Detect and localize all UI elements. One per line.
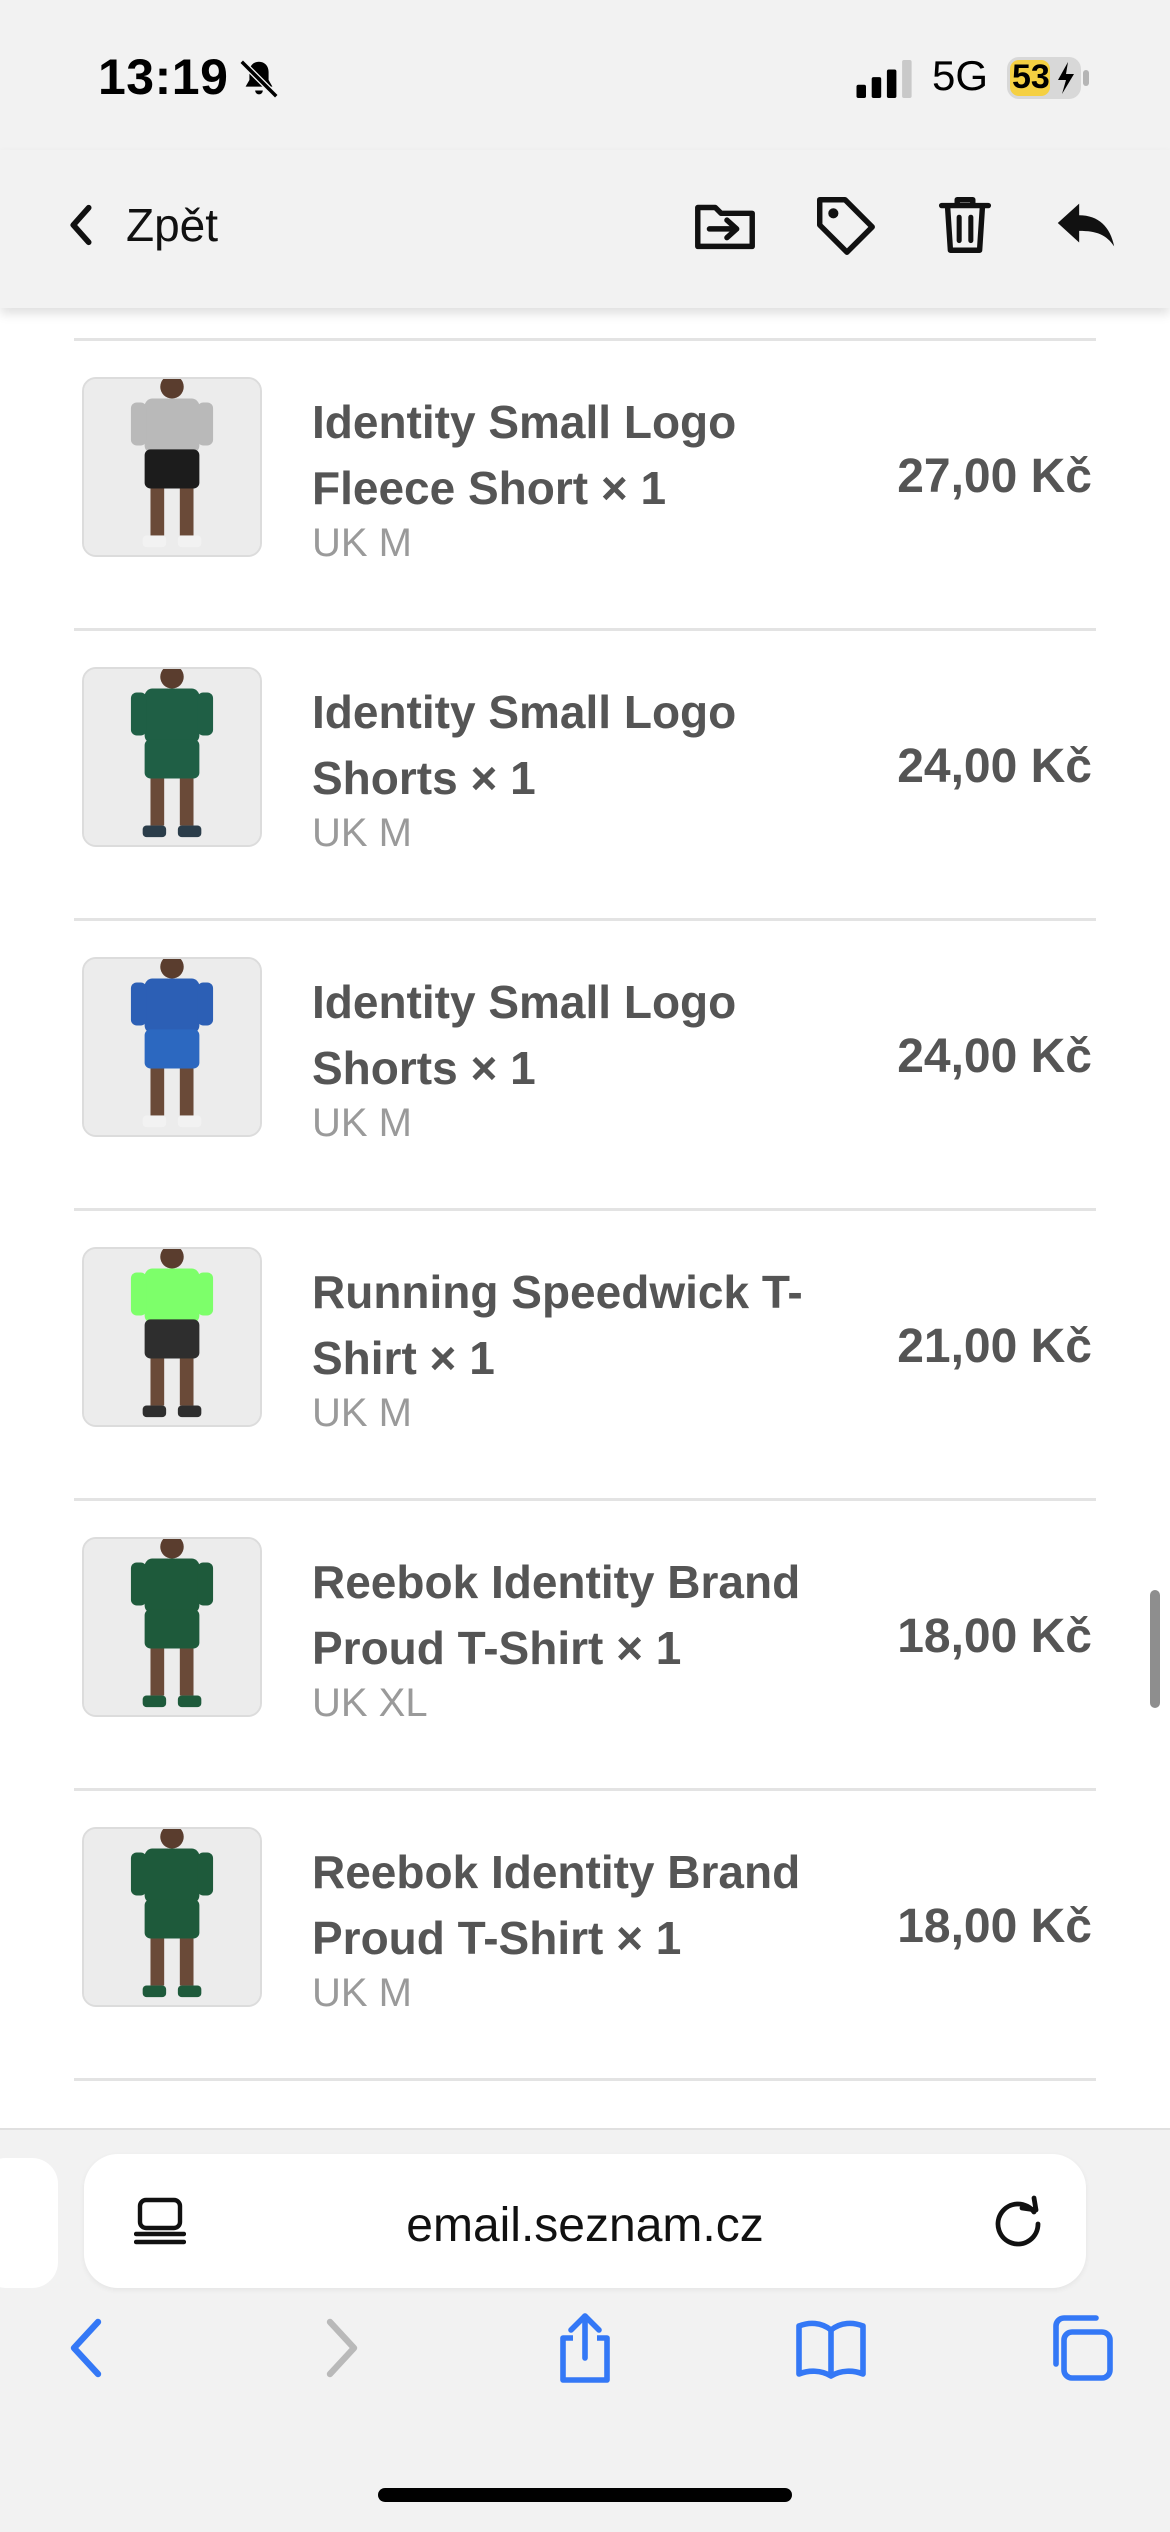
bell-off-icon — [239, 59, 279, 99]
previous-tab-preview[interactable] — [0, 2158, 58, 2288]
reload-icon[interactable] — [990, 2194, 1046, 2250]
product-thumbnail — [82, 957, 262, 1137]
tag-icon — [817, 197, 875, 255]
product-title: Identity Small Logo Shorts × 1 — [312, 976, 737, 1094]
browser-back-button[interactable] — [50, 2310, 126, 2386]
product-title: Identity Small Logo Shorts × 1 — [312, 686, 737, 804]
product-title: Identity Small Logo Fleece Short × 1 — [312, 396, 737, 514]
home-indicator — [378, 2488, 792, 2502]
divider — [74, 2078, 1096, 2081]
product-thumbnail — [82, 377, 262, 557]
product-price: 18,00 Kč — [897, 1610, 1092, 1663]
product-title: Reebok Identity Brand Proud T-Shirt × 1 — [312, 1556, 801, 1674]
battery-level: 53 — [1012, 58, 1050, 96]
product-size: UK M — [312, 1101, 412, 1145]
product-image-icon — [84, 959, 260, 1135]
reply-button[interactable] — [1050, 190, 1120, 260]
product-image-icon — [84, 669, 260, 845]
tabs-icon — [1053, 2315, 1113, 2381]
product-size: UK M — [312, 521, 412, 565]
product-image-icon — [84, 1249, 260, 1425]
reply-icon — [1057, 203, 1115, 247]
product-price: 21,00 Kč — [897, 1320, 1092, 1373]
list-item[interactable]: Identity Small Logo Fleece Short × 1 UK M… — [74, 341, 1096, 631]
status-bar: 13:19 5G 53 — [0, 0, 1170, 150]
mail-toolbar: Zpět — [0, 150, 1170, 308]
list-item[interactable]: Identity Small Logo Shorts × 1 UK M 24,00 … — [74, 921, 1096, 1211]
back-button[interactable]: Zpět — [64, 190, 218, 260]
product-title: Reebok Identity Brand Proud T-Shirt × 1 — [312, 1846, 801, 1964]
product-thumbnail — [82, 667, 262, 847]
chevron-left-icon — [70, 2318, 102, 2378]
browser-forward-button[interactable] — [302, 2310, 378, 2386]
product-image-icon — [84, 379, 260, 555]
signal-icon — [856, 60, 912, 98]
back-label: Zpět — [126, 199, 219, 251]
product-thumbnail — [82, 1537, 262, 1717]
tabs-button[interactable] — [1042, 2310, 1118, 2386]
address-bar[interactable]: email.seznam.cz — [84, 2154, 1086, 2288]
product-image-icon — [84, 1539, 260, 1715]
product-size: UK M — [312, 811, 412, 855]
url-text: email.seznam.cz — [406, 2199, 764, 2252]
product-title: Running Speedwick T-Shirt × 1 — [312, 1266, 803, 1384]
network-label: 5G — [932, 52, 989, 99]
product-size: UK M — [312, 1971, 412, 2015]
move-to-folder-button[interactable] — [690, 190, 760, 260]
product-size: UK M — [312, 1391, 412, 1435]
share-icon — [560, 2313, 610, 2383]
bookmarks-button[interactable] — [793, 2310, 869, 2386]
folder-move-icon — [695, 204, 755, 250]
order-items-list[interactable]: Identity Small Logo Fleece Short × 1 UK M… — [0, 308, 1170, 2128]
book-icon — [796, 2320, 866, 2379]
chevron-left-icon — [70, 204, 92, 246]
chevron-right-icon — [326, 2318, 358, 2378]
list-item[interactable]: Running Speedwick T-Shirt × 1 UK M 21,00 K… — [74, 1211, 1096, 1501]
share-button[interactable] — [547, 2310, 623, 2386]
product-price: 18,00 Kč — [897, 1900, 1092, 1953]
product-thumbnail — [82, 1827, 262, 2007]
product-size: UK XL — [312, 1681, 428, 1725]
product-price: 27,00 Kč — [897, 450, 1092, 503]
list-item[interactable]: Identity Small Logo Shorts × 1 UK M 24,00 … — [74, 631, 1096, 921]
list-item[interactable]: Reebok Identity Brand Proud T-Shirt × 1 U… — [74, 1791, 1096, 2081]
product-price: 24,00 Kč — [897, 740, 1092, 793]
product-image-icon — [84, 1829, 260, 2005]
delete-button[interactable] — [930, 190, 1000, 260]
product-thumbnail — [82, 1247, 262, 1427]
label-button[interactable] — [810, 190, 880, 260]
browser-bar: email.seznam.cz — [0, 2128, 1170, 2532]
list-item[interactable]: Reebok Identity Brand Proud T-Shirt × 1 U… — [74, 1501, 1096, 1791]
scroll-indicator[interactable] — [1150, 1590, 1160, 1708]
trash-icon — [938, 197, 992, 253]
status-time: 13:19 — [98, 49, 229, 105]
product-price: 24,00 Kč — [897, 1030, 1092, 1083]
